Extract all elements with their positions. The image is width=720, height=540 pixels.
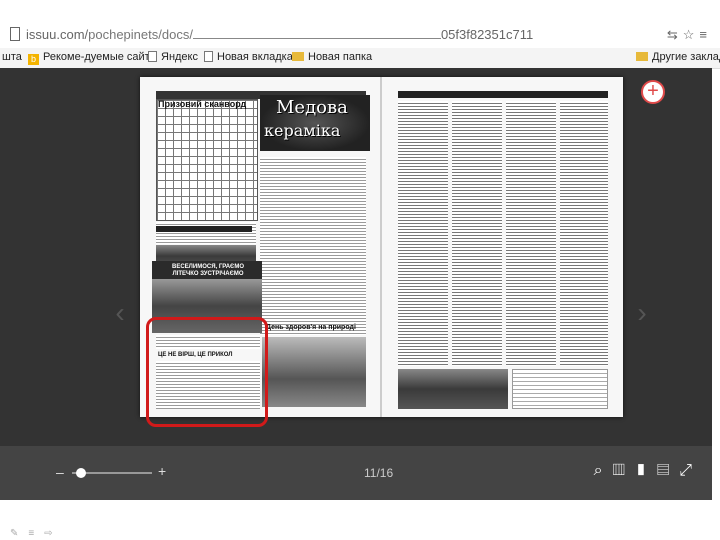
- zoom-slider-knob[interactable]: [75, 468, 86, 478]
- next-page-arrow-icon[interactable]: ›: [627, 293, 657, 333]
- fullscreen-icon[interactable]: ⤢: [679, 462, 702, 479]
- search-icon[interactable]: ⌕: [594, 462, 613, 479]
- viewer-controls: – + 11/16 ⌕▥▮▤⤢: [0, 446, 712, 500]
- bookmark-truncated[interactable]: шта: [2, 51, 22, 63]
- tv-column-4: [560, 101, 608, 366]
- document-icon[interactable]: ▤: [657, 462, 679, 479]
- address-bar-icons: ⇆☆≡: [667, 27, 712, 43]
- bookmark-recommended[interactable]: b Рекоме-дуемые сайты: [28, 51, 158, 65]
- highlight-circle: [146, 317, 268, 427]
- document-viewer: ‹ › Призовий сканворд Медова кераміка ВЕ…: [0, 68, 712, 446]
- tv-column-3: [506, 101, 556, 366]
- prev-page-arrow-icon[interactable]: ‹: [105, 293, 135, 333]
- folder-icon: [636, 52, 648, 61]
- star-icon[interactable]: ☆: [683, 27, 700, 42]
- ad-block: [512, 369, 608, 409]
- section-bar: [156, 226, 252, 232]
- yandex-b-icon: b: [28, 54, 39, 65]
- tv-column-2: [452, 101, 502, 366]
- bookmark-yandex[interactable]: Яндекс: [148, 51, 198, 63]
- single-page-icon[interactable]: ▮: [635, 462, 657, 479]
- menu-icon[interactable]: ≡: [699, 27, 712, 42]
- page-icon: [204, 51, 213, 62]
- pen-icon[interactable]: ✎: [10, 528, 28, 539]
- article-text: [260, 157, 366, 335]
- viewer-tools: ⌕▥▮▤⤢: [594, 462, 702, 480]
- address-bar[interactable]: issuu.com/pochepinets/docs/05f3f82351c71…: [0, 24, 720, 48]
- ad-photo: [398, 369, 508, 409]
- menu-lines-icon[interactable]: ≡: [28, 528, 44, 539]
- bookmark-new-folder[interactable]: Новая папка: [292, 51, 372, 63]
- tv-column-1: [398, 101, 448, 366]
- section-title: День здоров'я на природі: [266, 324, 356, 331]
- outdoor-photo: [262, 337, 366, 407]
- right-page: [382, 77, 623, 417]
- annotation-toolbar: ✎≡⇨: [10, 528, 63, 539]
- page-icon: [10, 27, 20, 41]
- url-text[interactable]: issuu.com/pochepinets/docs/05f3f82351c71…: [26, 27, 533, 42]
- bookmark-new-tab[interactable]: Новая вкладка: [204, 51, 293, 63]
- folder-icon: [292, 52, 304, 61]
- spread-view-icon[interactable]: ▥: [613, 462, 635, 479]
- translate-icon[interactable]: ⇆: [667, 27, 683, 42]
- crossword-grid: [156, 99, 258, 221]
- bookmarks-bar: шта b Рекоме-дуемые сайты Яндекс Новая вк…: [0, 48, 720, 69]
- zoom-slider[interactable]: [72, 468, 152, 478]
- zoom-in-button[interactable]: +: [158, 463, 166, 479]
- arrow-icon[interactable]: ⇨: [44, 528, 62, 539]
- page-icon: [148, 51, 157, 62]
- zoom-out-button[interactable]: –: [56, 464, 64, 480]
- bookmark-other[interactable]: Другие заклад: [636, 51, 720, 63]
- add-icon[interactable]: +: [641, 80, 665, 104]
- page-indicator: 11/16: [364, 466, 394, 480]
- tv-header-bar: [398, 91, 608, 98]
- url-redacted: [192, 28, 441, 39]
- photo-banner: ВЕСЕЛИМОСЯ, ГРАЄМО ЛІТЕЧКО ЗУСТРІЧАЄМО: [172, 264, 244, 277]
- article-title-art: Медова кераміка: [260, 95, 370, 151]
- crossword-title: Призовий сканворд: [158, 99, 247, 109]
